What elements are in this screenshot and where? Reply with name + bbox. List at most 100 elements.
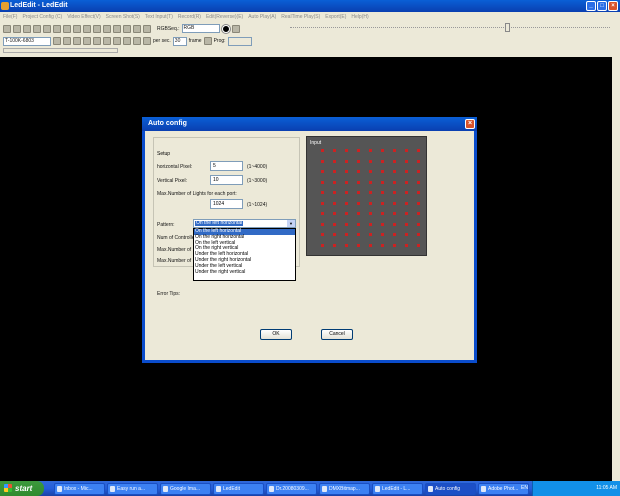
start-button[interactable]: start	[0, 481, 44, 496]
pattern-option-7[interactable]: Under the right vertical	[194, 269, 295, 276]
menu-item-4[interactable]: Text Input(T)	[145, 12, 173, 22]
zoom-in-icon[interactable]	[123, 37, 131, 45]
taskbar-task-1[interactable]: Easy run a...	[107, 482, 158, 495]
settings-icon[interactable]	[33, 24, 41, 33]
save-icon[interactable]	[23, 24, 31, 33]
video-icon[interactable]	[73, 24, 81, 33]
menu-item-9[interactable]: Export(E)	[325, 12, 346, 22]
minimize-icon[interactable]: _	[586, 1, 596, 11]
max-lights-input[interactable]: 1024	[210, 199, 243, 209]
menu-item-7[interactable]: Auto Play(A)	[248, 12, 276, 22]
layer-icon[interactable]	[103, 24, 111, 33]
language-indicator[interactable]: EN	[521, 481, 528, 496]
zoom-out-icon[interactable]	[133, 37, 141, 45]
led-dot	[417, 170, 420, 173]
taskbar-task-7[interactable]: Auto config	[425, 482, 476, 495]
rgb-seq-label: RGBSeq.:	[157, 25, 180, 32]
taskbar-task-4[interactable]: Dr.20080309...	[266, 482, 317, 495]
prog-label: Prog:	[213, 38, 226, 44]
color-icon[interactable]	[220, 23, 231, 34]
error-tips-label: Error Tips:	[157, 291, 181, 297]
close-icon[interactable]: ×	[608, 1, 618, 11]
menu-item-5[interactable]: Record(R)	[178, 12, 201, 22]
palette-icon[interactable]	[231, 24, 240, 33]
help-icon[interactable]	[143, 24, 151, 33]
led-dot	[321, 243, 324, 247]
led-dot	[321, 170, 324, 173]
led-dot	[333, 191, 336, 194]
led-dot	[321, 180, 324, 184]
led-dot	[369, 233, 372, 236]
vertical-pixel-input[interactable]: 10	[210, 175, 243, 185]
cut-icon[interactable]	[43, 24, 51, 33]
led-dot	[393, 191, 396, 194]
led-dot	[369, 180, 372, 184]
pattern-dropdown-list: On the left horizontal On the right horiz…	[193, 228, 296, 281]
led-dot	[333, 149, 336, 152]
new-file-icon[interactable]	[3, 24, 11, 33]
per-sec-input[interactable]: 30	[172, 36, 187, 46]
menu-item-0[interactable]: File(F)	[3, 12, 17, 22]
grid-icon[interactable]	[113, 24, 121, 33]
menu-item-1[interactable]: Project Config (C)	[22, 12, 62, 22]
info-icon[interactable]	[133, 24, 141, 33]
vertical-scrollbar[interactable]	[612, 57, 620, 481]
speed-slider-track[interactable]	[290, 27, 610, 28]
taskbar-task-0[interactable]: Inbox - Mic...	[54, 482, 105, 495]
rewind-icon[interactable]	[73, 37, 81, 45]
pattern-select[interactable]: On the left horizontal ▼	[193, 219, 296, 228]
horizontal-pixel-input[interactable]: 5	[210, 161, 243, 171]
prev-icon[interactable]	[63, 37, 71, 45]
menu-item-8[interactable]: RealTime Play(S)	[281, 12, 320, 22]
led-dot	[369, 212, 372, 215]
menu-item-2[interactable]: Video Effect(V)	[67, 12, 100, 22]
app-title: LedEdit - LedEdit	[10, 2, 68, 9]
image-icon[interactable]	[93, 24, 101, 33]
led-dot	[321, 222, 324, 226]
taskbar-tasks: Inbox - Mic... Easy run a... Google Ima...…	[54, 482, 529, 495]
led-dot	[345, 180, 348, 184]
menu-item-3[interactable]: Screen Shot(S)	[106, 12, 140, 22]
taskbar-task-5[interactable]: DMXBitmap...	[319, 482, 370, 495]
play-icon[interactable]	[83, 37, 91, 45]
forward-icon[interactable]	[113, 37, 121, 45]
led-dot	[345, 191, 348, 194]
frame-icon[interactable]	[203, 37, 212, 45]
record-icon[interactable]	[63, 24, 71, 33]
led-dot	[321, 212, 324, 215]
progress-fill	[4, 49, 117, 52]
speed-slider-thumb[interactable]	[505, 23, 510, 32]
led-dot	[357, 170, 360, 173]
led-dot	[357, 212, 360, 215]
led-dot	[369, 159, 372, 163]
open-folder-icon[interactable]	[13, 24, 21, 33]
text-icon[interactable]	[83, 24, 91, 33]
ok-button[interactable]: OK	[260, 329, 292, 340]
menu-item-10[interactable]: Help(H)	[351, 12, 368, 22]
dialog-close-icon[interactable]: ×	[465, 119, 475, 129]
menu-item-6[interactable]: Edit(Reverse)(E)	[206, 12, 243, 22]
cancel-button[interactable]: Cancel	[321, 329, 353, 340]
maximize-icon[interactable]: □	[597, 1, 607, 11]
fit-icon[interactable]	[143, 37, 151, 45]
chevron-down-icon[interactable]: ▼	[287, 220, 295, 227]
led-dot	[357, 180, 360, 184]
export-icon[interactable]	[123, 24, 131, 33]
toolbar-main: RGBSeq.: RGB	[0, 22, 620, 35]
led-dot	[369, 201, 372, 205]
taskbar-task-3[interactable]: LedEdit	[213, 482, 264, 495]
led-dot	[381, 243, 384, 247]
taskbar-task-2[interactable]: Google Ima...	[160, 482, 211, 495]
horizontal-range: (1~4000)	[247, 164, 268, 170]
rgb-seq-select[interactable]: RGB	[181, 24, 220, 33]
led-dot	[393, 170, 396, 173]
device-select[interactable]: T-100K-6803	[3, 36, 51, 46]
copy-icon[interactable]	[53, 24, 61, 33]
pattern-label: Pattern:	[157, 222, 175, 228]
playlist-icon[interactable]	[53, 37, 61, 45]
led-dot	[393, 180, 396, 184]
pause-icon[interactable]	[93, 37, 101, 45]
menu-bar: File(F) Project Config (C) Video Effect(V)…	[0, 12, 620, 22]
stop-icon[interactable]	[103, 37, 111, 45]
taskbar-task-6[interactable]: LedEdit - L...	[372, 482, 423, 495]
